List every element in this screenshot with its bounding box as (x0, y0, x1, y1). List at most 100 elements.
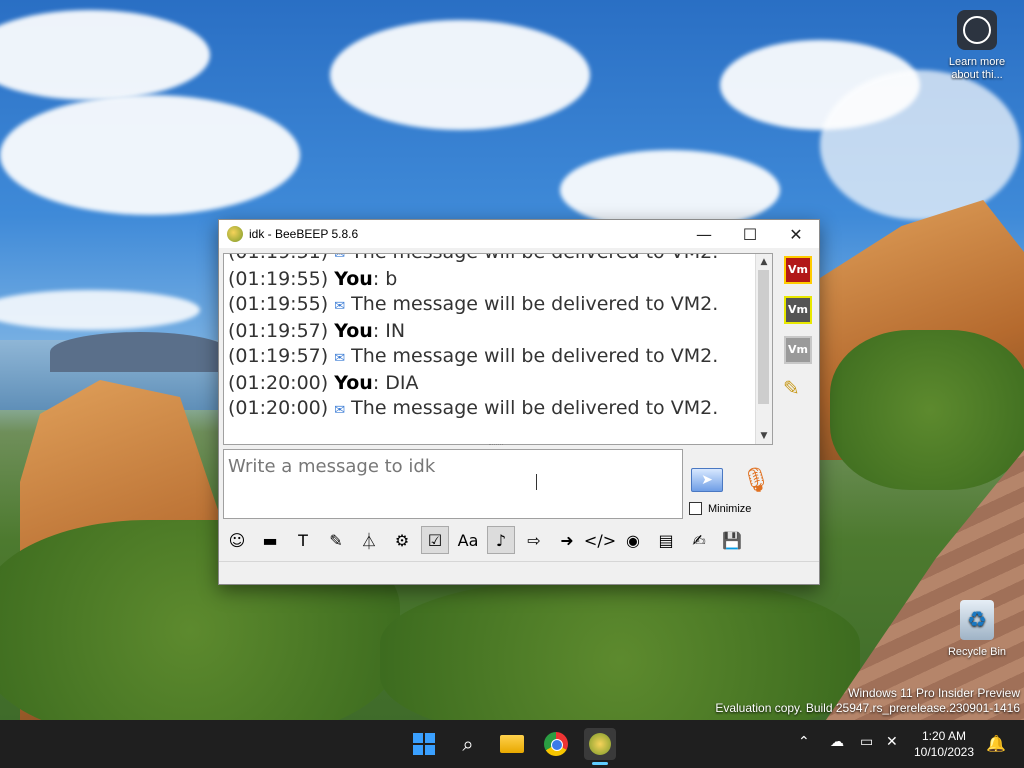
file-explorer-icon[interactable] (496, 728, 528, 760)
chat-scrollbar[interactable]: ▲ ▼ (755, 254, 772, 444)
clock-time: 1:20 AM (921, 729, 967, 743)
status-bar (219, 561, 819, 584)
display-icon[interactable]: ▭ (860, 734, 873, 750)
message-text: : b (372, 268, 398, 290)
message-timestamp: (01:20:00) (228, 397, 329, 419)
notification-bell-icon[interactable]: 🔔 (986, 734, 1006, 753)
splitter-handle[interactable] (489, 444, 503, 447)
envelope-icon: ✉ (334, 253, 346, 262)
scroll-down-arrow[interactable]: ▼ (756, 428, 772, 444)
chat-messages: (01:19:51) ✉ The message will be deliver… (228, 253, 718, 423)
message-timestamp: (01:19:57) (228, 320, 329, 342)
cloud (0, 10, 210, 100)
message-input[interactable]: Write a message to idk (223, 449, 683, 519)
microphone-icon[interactable]: 🎙 (741, 465, 771, 495)
minimize-label: Minimize (708, 502, 752, 515)
recycle-bin-label: Recycle Bin (947, 646, 1007, 658)
taskbar: ⌕ ⌃ ☁ ▭ ✕ 1:20 AM 10/10/2023 🔔 (0, 720, 1024, 768)
minimize-checkbox[interactable]: Minimize (689, 502, 751, 515)
scroll-thumb[interactable] (758, 270, 769, 404)
message-sender: You (334, 372, 373, 394)
beebeep-window: idk - BeeBEEP 5.8.6 — ☐ ✕ (01:19:51) ✉ T… (218, 219, 820, 585)
system-message: (01:20:00) ✉ The message will be deliver… (228, 396, 718, 423)
message-text: The message will be delivered to VM2. (351, 397, 719, 419)
cloud (820, 70, 1020, 220)
message-text: The message will be delivered to VM2. (351, 293, 719, 315)
cloud (0, 95, 300, 215)
clock[interactable]: 1:20 AM 10/10/2023 (912, 728, 976, 760)
chat-history[interactable]: (01:19:51) ✉ The message will be deliver… (223, 253, 773, 445)
message-text: : IN (372, 320, 406, 342)
minimize-checkbox-box[interactable] (689, 502, 702, 515)
envelope-icon: ✉ (334, 299, 346, 314)
formatting-toolbar: ☺ ▬ T ✎ ⏃ ⚙ ☑ Aa ♪ ⇨ ➜ </> ◉ ▤ ✍ 💾 (223, 525, 751, 555)
filter-icon[interactable]: ⏃ (355, 526, 383, 554)
message-placeholder: Write a message to idk (228, 456, 436, 477)
cloud (330, 20, 590, 130)
message-sender: You (334, 320, 373, 342)
code-icon[interactable]: </> (584, 526, 616, 554)
windows-logo-icon (413, 733, 435, 755)
cloud (560, 150, 780, 230)
highlighter-icon[interactable]: ▬ (256, 526, 284, 554)
font-icon[interactable]: T (289, 526, 317, 554)
user-vm-away[interactable]: Vm (784, 296, 812, 324)
chat-message: (01:19:55) You: b (228, 267, 718, 292)
chat-message: (01:19:57) You: IN (228, 319, 718, 344)
recycle-bin-desktop-icon[interactable]: ♻ Recycle Bin (942, 600, 1012, 659)
system-message: (01:19:51) ✉ The message will be deliver… (228, 253, 718, 267)
learn-more-label: Learn more about thi... (948, 56, 1006, 81)
user-vm-offline[interactable]: Vm (784, 336, 812, 364)
color-picker-icon[interactable]: ✎ (322, 526, 350, 554)
start-button[interactable] (408, 728, 440, 760)
message-timestamp: (01:19:55) (228, 293, 329, 315)
message-timestamp: (01:19:57) (228, 345, 329, 367)
group-users-icon[interactable]: ✎ (783, 376, 813, 400)
recycle-bin-icon: ♻ (960, 600, 994, 640)
close-button[interactable]: ✕ (773, 220, 819, 248)
watermark-line-2: Evaluation copy. Build 25947.rs_prerelea… (715, 701, 1020, 715)
show-hidden-icons-chevron-icon[interactable]: ⌃ (798, 734, 810, 750)
send-file-icon[interactable]: ⇨ (520, 526, 548, 554)
screenshot-icon[interactable]: ◉ (619, 526, 647, 554)
user-list: Vm Vm Vm ✎ (783, 256, 813, 400)
message-timestamp: (01:19:55) (228, 268, 329, 290)
music-icon[interactable]: ♪ (487, 526, 515, 554)
learn-more-icon (957, 10, 997, 50)
scroll-up-arrow[interactable]: ▲ (756, 254, 772, 270)
envelope-icon: ✉ (334, 403, 346, 418)
distant-mountain (50, 332, 230, 372)
save-chat-icon[interactable]: 💾 (718, 526, 746, 554)
network-icon[interactable]: ☁ (830, 734, 844, 750)
message-sender: You (334, 268, 373, 290)
system-message: (01:19:57) ✉ The message will be deliver… (228, 344, 718, 371)
learn-more-desktop-icon[interactable]: Learn more about thi... (942, 10, 1012, 82)
send-folder-icon[interactable]: ➜ (553, 526, 581, 554)
message-text: The message will be delivered to VM2. (351, 345, 719, 367)
user-vm-active[interactable]: Vm (784, 256, 812, 284)
settings-icon[interactable]: ⚙ (388, 526, 416, 554)
message-text: : DIA (372, 372, 419, 394)
terminal-icon[interactable]: ▤ (652, 526, 680, 554)
chrome-icon[interactable] (540, 728, 572, 760)
clock-date: 10/10/2023 (913, 745, 975, 759)
title-bar[interactable]: idk - BeeBEEP 5.8.6 — ☐ ✕ (219, 220, 819, 248)
emoji-icon[interactable]: ☺ (223, 526, 251, 554)
spell-check-icon[interactable]: ☑ (421, 526, 449, 554)
text-cursor (536, 474, 537, 490)
message-text: The message will be delivered to VM2. (351, 254, 718, 263)
volume-muted-icon[interactable]: ✕ (886, 734, 898, 750)
system-message: (01:19:55) ✉ The message will be deliver… (228, 292, 718, 319)
maximize-button[interactable]: ☐ (727, 220, 773, 248)
vegetation (830, 330, 1024, 490)
send-message-icon[interactable]: ➤ (691, 468, 723, 492)
watermark-line-1: Windows 11 Pro Insider Preview (848, 686, 1020, 700)
search-icon[interactable]: ⌕ (452, 728, 484, 760)
message-timestamp: (01:19:51) (228, 254, 328, 263)
envelope-icon: ✉ (334, 351, 346, 366)
notes-icon[interactable]: ✍ (685, 526, 713, 554)
minimize-button[interactable]: — (681, 220, 727, 248)
beebeep-taskbar-icon[interactable] (584, 728, 616, 760)
chat-message: (01:20:00) You: DIA (228, 371, 718, 396)
dictionary-icon[interactable]: Aa (454, 526, 482, 554)
